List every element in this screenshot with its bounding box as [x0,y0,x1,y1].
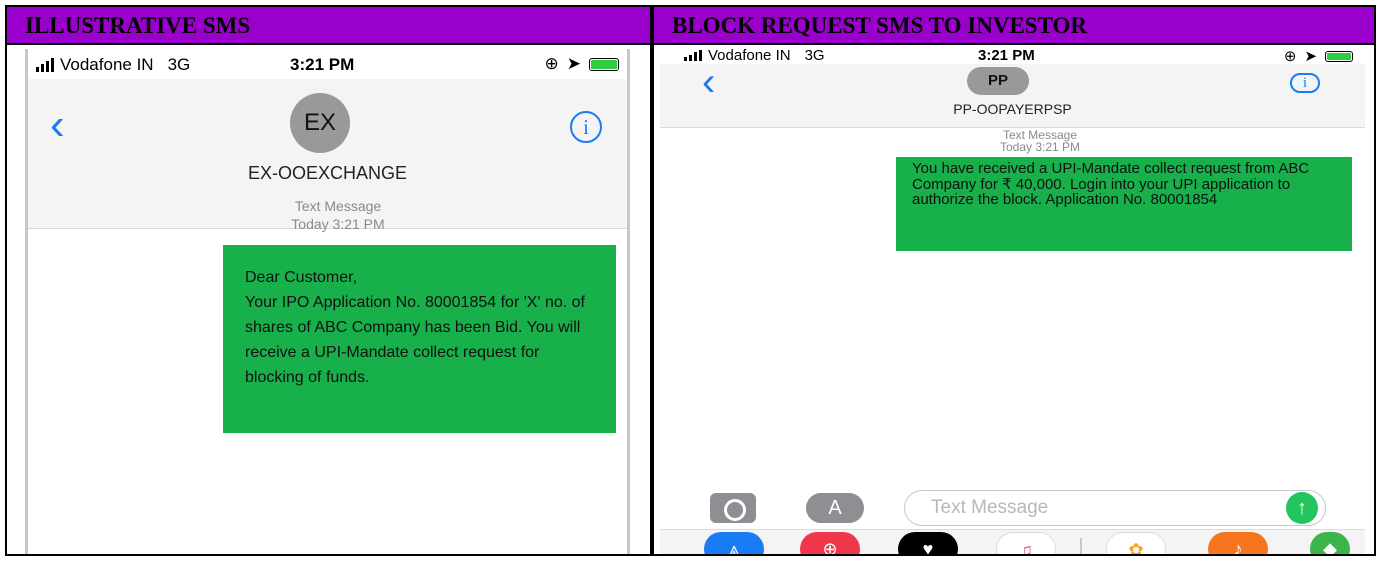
message-bubble: You have received a UPI-Mandate collect … [896,157,1352,251]
message-time: Today 3:21 PM [999,140,1081,154]
location-icon: ➤ [1304,48,1317,65]
contact-name[interactable]: EX-OOEXCHANGE [28,163,627,184]
back-chevron-icon[interactable]: ‹ [50,103,65,147]
avatar[interactable]: PP [967,67,1029,95]
message-type: Text Message [294,198,382,214]
header-divider [7,43,1374,45]
composer-bar: A Text Message ↑ [660,487,1365,527]
carrier-info: Vodafone IN 3G [36,55,190,75]
photos-icon[interactable]: ✿ [1106,532,1166,554]
network-type: 3G [804,47,825,64]
signal-icon [36,58,54,72]
right-panel: Vodafone IN 3G 3:21 PM ⊕ ➤ ‹ PP PP-OOPAY… [656,47,1372,554]
message-meta: Text Message Today 3:21 PM [188,197,488,233]
comparison-table: ILLUSTRATIVE SMS BLOCK REQUEST SMS TO IN… [5,5,1376,556]
info-icon[interactable]: i [1290,73,1320,93]
app-store-icon[interactable]: A [806,493,864,523]
back-chevron-icon[interactable]: ‹ [702,62,715,102]
battery-icon [589,57,619,71]
status-bar: Vodafone IN 3G 3:21 PM ⊕ ➤ [660,47,1365,65]
contact-name[interactable]: PP-OOPAYERPSP [660,101,1365,117]
search-globe-icon[interactable]: ⊕ [800,532,860,554]
battery-icon [1325,50,1353,62]
header-block-request-sms: BLOCK REQUEST SMS TO INVESTOR [654,7,1374,43]
drawer-separator [1080,538,1082,554]
send-arrow-icon[interactable]: ↑ [1286,492,1318,524]
carrier-name: Vodafone IN [60,55,154,74]
column-divider [650,7,654,554]
orientation-lock-icon: ⊕ [544,54,559,73]
camera-icon[interactable] [710,493,756,523]
garageband-icon[interactable]: ♪ [1208,532,1268,554]
network-type: 3G [167,55,191,74]
app-store-drawer-icon[interactable]: ⩓ [704,532,764,554]
status-icons: ⊕ ➤ [544,54,619,74]
left-panel: Vodafone IN 3G 3:21 PM ⊕ ➤ ‹ EX EX-OOEXC… [9,47,648,554]
right-phone-screenshot: Vodafone IN 3G 3:21 PM ⊕ ➤ ‹ PP PP-OOPAY… [660,47,1365,554]
conversation-header: ‹ PP PP-OOPAYERPSP i [660,62,1365,128]
message-bubble: Dear Customer, Your IPO Application No. … [223,245,616,433]
location-icon: ➤ [566,54,581,73]
carrier-name: Vodafone IN [708,47,791,64]
status-icons: ⊕ ➤ [1284,47,1353,65]
avatar[interactable]: EX [290,93,350,153]
app-drawer: ⩓ ⊕ ♥ ♫ ✿ ♪ ◆ [660,529,1365,554]
header-illustrative-sms: ILLUSTRATIVE SMS [7,7,650,43]
status-time: 3:21 PM [978,47,1035,64]
info-icon[interactable]: i [570,111,602,143]
status-time: 3:21 PM [290,55,355,74]
left-phone-screenshot: Vodafone IN 3G 3:21 PM ⊕ ➤ ‹ EX EX-OOEXC… [25,49,630,554]
music-icon[interactable]: ♫ [996,532,1056,554]
maps-icon[interactable]: ◆ [1310,532,1350,554]
orientation-lock-icon: ⊕ [1283,48,1297,65]
digital-touch-icon[interactable]: ♥ [898,532,958,554]
signal-icon [684,50,702,61]
status-bar: Vodafone IN 3G 3:21 PM ⊕ ➤ [28,49,627,79]
message-input[interactable]: Text Message [904,490,1326,526]
message-meta: Text Message Today 3:21 PM [890,129,1190,153]
message-time: Today 3:21 PM [291,216,385,232]
